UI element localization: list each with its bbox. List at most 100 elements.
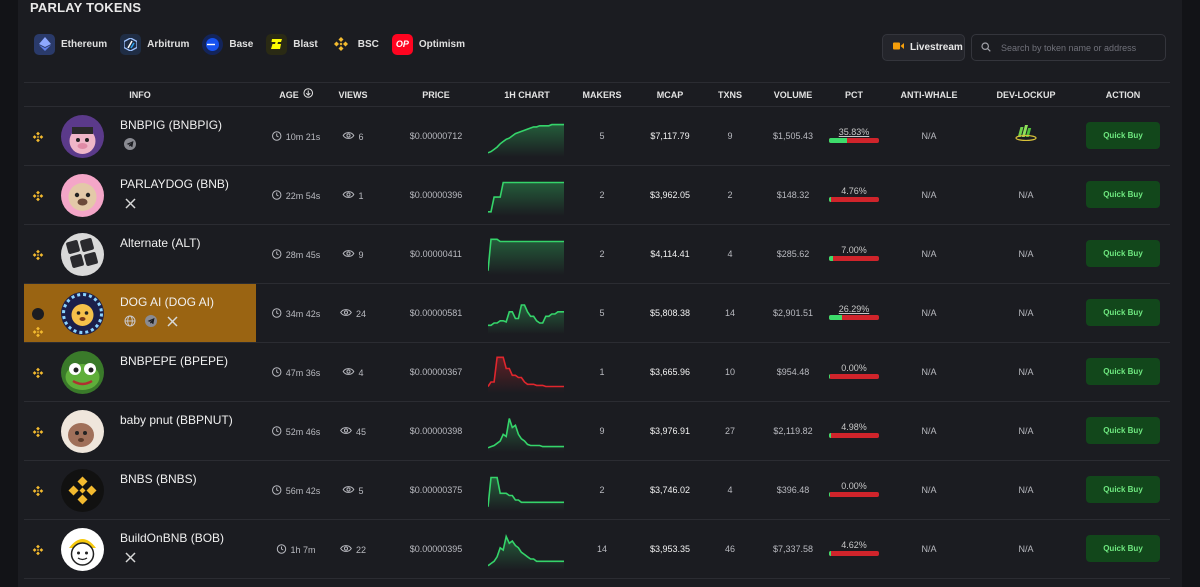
- chain-label: Arbitrum: [147, 38, 190, 50]
- pct-value: 0.00%: [841, 481, 867, 491]
- bsc-icon: [32, 366, 44, 379]
- highlighted-info-bg: [24, 284, 256, 342]
- table-row[interactable]: BNBPIG (BNBPIG) 10m 21s 6 $0.00000712 5 …: [24, 107, 1170, 166]
- x-icon[interactable]: [166, 315, 178, 327]
- x-icon[interactable]: [124, 551, 136, 563]
- chain-blast[interactable]: Blast: [266, 33, 318, 55]
- quick-buy-button[interactable]: Quick Buy: [1086, 181, 1160, 208]
- pct-value: 35.83%: [838, 127, 870, 137]
- clock-icon: [272, 485, 282, 497]
- chain-label: Ethereum: [61, 38, 108, 50]
- anti-whale-status: N/A: [921, 367, 937, 377]
- table-row[interactable]: BNBS (BNBS) 56m 42s 5 $0.00000375 2 $3,7…: [24, 461, 1170, 520]
- token-avatar[interactable]: [61, 292, 104, 335]
- livestream-button[interactable]: Livestream: [882, 34, 965, 61]
- search-box[interactable]: [971, 34, 1166, 61]
- chain-filter-bar: Ethereum Arbitrum Base Blast BSC OP Opti…: [34, 33, 465, 55]
- quick-buy-button[interactable]: Quick Buy: [1086, 358, 1160, 385]
- bsc-icon: [32, 543, 44, 556]
- table-row[interactable]: DOG AI (DOG AI) 34m 42s 24 $0.00000581 5…: [24, 284, 1170, 343]
- token-name[interactable]: DOG AI (DOG AI): [120, 295, 214, 309]
- token-avatar[interactable]: [61, 115, 104, 158]
- dev-lockup-status: N/A: [1018, 190, 1034, 200]
- quick-buy-button[interactable]: Quick Buy: [1086, 476, 1160, 503]
- header-views: VIEWS: [338, 90, 368, 100]
- header-age[interactable]: AGE: [279, 83, 313, 107]
- token-age: 22m 54s: [272, 190, 320, 202]
- bsc-icon: [32, 189, 44, 202]
- chain-bsc[interactable]: BSC: [331, 34, 379, 54]
- blast-icon: [266, 33, 288, 55]
- price-sparkline: [488, 356, 564, 393]
- token-avatar[interactable]: [61, 469, 104, 512]
- chain-ethereum[interactable]: Ethereum: [34, 33, 108, 55]
- token-txns: 46: [724, 544, 736, 554]
- token-mcap: $3,953.35: [649, 544, 691, 554]
- quick-buy-button[interactable]: Quick Buy: [1086, 240, 1160, 267]
- token-name[interactable]: BNBPIG (BNBPIG): [120, 118, 222, 132]
- token-avatar[interactable]: [61, 410, 104, 453]
- table-row[interactable]: Alternate (ALT) 28m 45s 9 $0.00000411 2 …: [24, 225, 1170, 284]
- token-volume: $2,901.51: [772, 308, 814, 318]
- token-avatar[interactable]: [61, 174, 104, 217]
- pct-bar: [829, 315, 879, 320]
- table-row[interactable]: PARLAYDOG (BNB) 22m 54s 1 $0.00000396 2 …: [24, 166, 1170, 225]
- token-name[interactable]: BNBPEPE (BPEPE): [120, 354, 228, 368]
- token-name[interactable]: Alternate (ALT): [120, 236, 200, 250]
- x-icon[interactable]: [124, 197, 136, 209]
- token-mcap: $3,746.02: [649, 485, 691, 495]
- token-age: 47m 36s: [272, 367, 320, 379]
- pct-value: 7.00%: [841, 245, 867, 255]
- token-price: $0.00000398: [409, 426, 463, 436]
- chain-base[interactable]: Base: [202, 33, 253, 55]
- chain-optimism[interactable]: OP Optimism: [391, 33, 465, 55]
- quick-buy-button[interactable]: Quick Buy: [1086, 535, 1160, 562]
- telegram-icon[interactable]: [145, 315, 157, 327]
- token-name[interactable]: PARLAYDOG (BNB): [120, 177, 229, 191]
- token-makers: 1: [599, 367, 605, 377]
- table-row[interactable]: BNBPEPE (BPEPE) 47m 36s 4 $0.00000367 1 …: [24, 343, 1170, 402]
- token-mcap: $4,114.41: [650, 249, 690, 259]
- globe-icon[interactable]: [124, 315, 136, 327]
- search-input[interactable]: [1001, 42, 1151, 53]
- token-name[interactable]: BuildOnBNB (BOB): [120, 531, 224, 545]
- dev-lockup-icon: [1015, 125, 1037, 143]
- sparkline-area: [488, 182, 564, 216]
- token-avatar[interactable]: [61, 528, 104, 571]
- token-makers: 2: [599, 485, 605, 495]
- anti-whale-status: N/A: [921, 485, 937, 495]
- arbitrum-icon: [120, 33, 142, 55]
- clock-icon: [272, 190, 282, 202]
- token-txns: 4: [727, 485, 733, 495]
- token-age: 10m 21s: [272, 131, 320, 143]
- telegram-icon[interactable]: [124, 138, 136, 150]
- bsc-icon: [32, 130, 44, 143]
- quick-buy-button[interactable]: Quick Buy: [1086, 299, 1160, 326]
- token-txns: 2: [727, 190, 733, 200]
- quick-buy-button[interactable]: Quick Buy: [1086, 417, 1160, 444]
- token-name[interactable]: BNBS (BNBS): [120, 472, 197, 486]
- table-row[interactable]: BuildOnBNB (BOB) 1h 7m 22 $0.00000395 14…: [24, 520, 1170, 579]
- token-views: 24: [340, 308, 366, 319]
- token-mcap: $3,665.96: [649, 367, 691, 377]
- token-avatar[interactable]: [61, 351, 104, 394]
- token-makers: 14: [596, 544, 608, 554]
- chain-label: BSC: [357, 38, 379, 50]
- clock-icon: [276, 544, 287, 556]
- token-views: 4: [342, 367, 364, 378]
- pct-value: 26.29%: [838, 304, 870, 314]
- dev-lockup-status: N/A: [1018, 426, 1034, 436]
- pct-meter: 4.98%: [829, 422, 879, 438]
- token-avatar[interactable]: [61, 233, 104, 276]
- quick-buy-button[interactable]: Quick Buy: [1086, 122, 1160, 149]
- chain-arbitrum[interactable]: Arbitrum: [120, 33, 190, 55]
- token-name[interactable]: baby pnut (BBPNUT): [120, 413, 233, 427]
- header-volume: VOLUME: [773, 90, 813, 100]
- optimism-icon: OP: [391, 33, 413, 55]
- token-makers: 9: [599, 426, 605, 436]
- search-icon: [981, 39, 991, 57]
- header-info: INFO: [129, 90, 151, 100]
- pct-bar-fill: [829, 315, 843, 320]
- eye-icon: [340, 544, 352, 555]
- table-row[interactable]: baby pnut (BBPNUT) 52m 46s 45 $0.0000039…: [24, 402, 1170, 461]
